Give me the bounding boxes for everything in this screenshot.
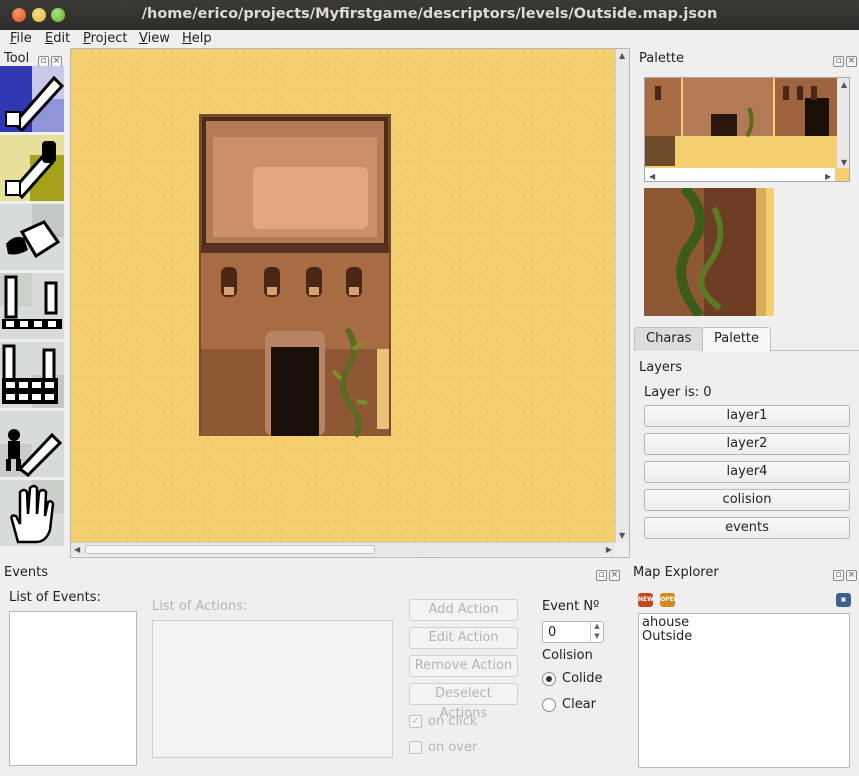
- spin-up-icon[interactable]: ▲: [590, 622, 603, 632]
- pencil-icon: [0, 66, 64, 132]
- layers-dock-title: Layers: [639, 360, 683, 375]
- map-scene: [71, 49, 615, 542]
- close-icon[interactable]: ×: [846, 570, 857, 581]
- remove-action-button[interactable]: Remove Action: [409, 655, 518, 677]
- colide-radio[interactable]: [542, 672, 556, 686]
- on-over-label: on over: [428, 740, 478, 755]
- line-tool[interactable]: [0, 273, 64, 339]
- map-horizontal-scrollbar[interactable]: ◀ ▶: [71, 542, 615, 556]
- menu-help[interactable]: Help: [182, 31, 212, 46]
- palette-scroll-left-icon[interactable]: ◀: [649, 172, 655, 181]
- add-action-button[interactable]: Add Action: [409, 599, 518, 621]
- list-of-actions-label: List of Actions:: [152, 599, 248, 614]
- selected-tile-preview: [644, 188, 774, 316]
- float-icon[interactable]: ▫: [596, 570, 607, 581]
- layer-button-layer1[interactable]: layer1: [644, 405, 850, 427]
- tool-dock-buttons: ▫ ×: [36, 52, 62, 67]
- events-list[interactable]: [9, 611, 137, 766]
- map-explorer-dock-buttons: ▫ ×: [831, 566, 857, 581]
- layer-button-colision[interactable]: colision: [644, 489, 850, 511]
- window-title: /home/erico/projects/Myfirstgame/descrip…: [141, 6, 718, 22]
- selected-tile-image: [644, 188, 774, 316]
- on-over-checkbox[interactable]: [409, 741, 422, 754]
- scroll-left-icon[interactable]: ◀: [74, 545, 80, 554]
- menu-project[interactable]: Project: [83, 31, 128, 46]
- layer-status: Layer is: 0: [644, 385, 712, 400]
- character-pencil-icon: [0, 411, 64, 477]
- menu-bar: File Edit Project View Help: [0, 30, 859, 48]
- tool-dock-title: Tool: [4, 51, 30, 66]
- events-dock-buttons: ▫ ×: [594, 566, 620, 581]
- hscroll-thumb[interactable]: [85, 545, 375, 554]
- eyedropper-tool[interactable]: [0, 135, 64, 201]
- colide-label: Colide: [562, 671, 603, 686]
- scroll-down-icon[interactable]: ▼: [619, 531, 625, 540]
- clear-label: Clear: [562, 697, 596, 712]
- map-canvas[interactable]: [71, 49, 615, 542]
- palette-scroll-right-icon[interactable]: ▶: [825, 172, 831, 181]
- layer-button-events[interactable]: events: [644, 517, 850, 539]
- map-item-outside[interactable]: Outside: [642, 629, 692, 644]
- rectangle-tool[interactable]: [0, 342, 64, 408]
- map-vertical-scrollbar[interactable]: ▲ ▼: [615, 49, 629, 542]
- line-draw-icon: [0, 273, 64, 339]
- layer-button-layer4[interactable]: layer4: [644, 461, 850, 483]
- palette-scroll-up-icon[interactable]: ▲: [841, 80, 847, 89]
- edit-action-button[interactable]: Edit Action: [409, 627, 518, 649]
- event-number-label: Event Nº: [542, 599, 600, 614]
- map-item-ahouse[interactable]: ahouse: [642, 615, 689, 630]
- tab-palette[interactable]: Palette: [702, 327, 772, 352]
- event-number-spinbox[interactable]: 0 ▲ ▼: [542, 621, 604, 643]
- hand-pan-tool[interactable]: [0, 480, 64, 546]
- float-icon[interactable]: ▫: [833, 570, 844, 581]
- character-placer-tool[interactable]: [0, 411, 64, 477]
- pencil-tool[interactable]: [0, 66, 64, 132]
- title-bar: /home/erico/projects/Myfirstgame/descrip…: [0, 0, 859, 30]
- on-click-label: on click: [428, 714, 478, 729]
- actions-list[interactable]: [152, 620, 393, 758]
- palette-dock-title: Palette: [639, 51, 685, 66]
- map-explorer-list[interactable]: ahouse Outside: [638, 613, 850, 768]
- menu-edit[interactable]: Edit: [45, 31, 70, 46]
- tab-charas[interactable]: Charas: [634, 327, 704, 351]
- map-explorer-title: Map Explorer: [633, 565, 719, 580]
- scroll-up-icon[interactable]: ▲: [619, 51, 625, 60]
- eyedropper-icon: [0, 135, 64, 201]
- clear-radio[interactable]: [542, 698, 556, 712]
- close-icon[interactable]: ×: [846, 56, 857, 67]
- bucket-icon: [0, 204, 64, 270]
- menu-file[interactable]: File: [10, 31, 32, 46]
- hand-icon: [0, 480, 64, 546]
- tool-column: [0, 66, 66, 549]
- deselect-actions-button[interactable]: Deselect Actions: [409, 683, 518, 721]
- new-map-icon[interactable]: NEW: [638, 593, 654, 607]
- event-number-value: 0: [548, 625, 557, 640]
- fill-bucket-tool[interactable]: [0, 204, 64, 270]
- spin-down-icon[interactable]: ▼: [590, 632, 603, 642]
- palette-dock-buttons: ▫ ×: [831, 52, 857, 67]
- events-dock-title: Events: [4, 565, 49, 580]
- colision-label: Colision: [542, 648, 593, 663]
- scroll-right-icon[interactable]: ▶: [606, 545, 612, 554]
- palette-tabs: Charas Palette: [634, 327, 859, 352]
- tileset-image: [645, 78, 849, 181]
- float-icon[interactable]: ▫: [833, 56, 844, 67]
- close-icon[interactable]: ×: [609, 570, 620, 581]
- splitter-handle[interactable]: [421, 557, 439, 560]
- layer-button-layer2[interactable]: layer2: [644, 433, 850, 455]
- menu-view[interactable]: View: [139, 31, 170, 46]
- palette-scroll-down-icon[interactable]: ▼: [841, 158, 847, 167]
- rectangle-draw-icon: [0, 342, 64, 408]
- trash-icon[interactable]: ▣: [836, 593, 851, 607]
- list-of-events-label: List of Events:: [9, 590, 101, 605]
- on-click-checkbox[interactable]: ✓: [409, 715, 422, 728]
- palette-tileset[interactable]: ▲ ▼ ◀ ▶: [644, 77, 850, 182]
- open-map-icon[interactable]: OPEN: [660, 593, 679, 607]
